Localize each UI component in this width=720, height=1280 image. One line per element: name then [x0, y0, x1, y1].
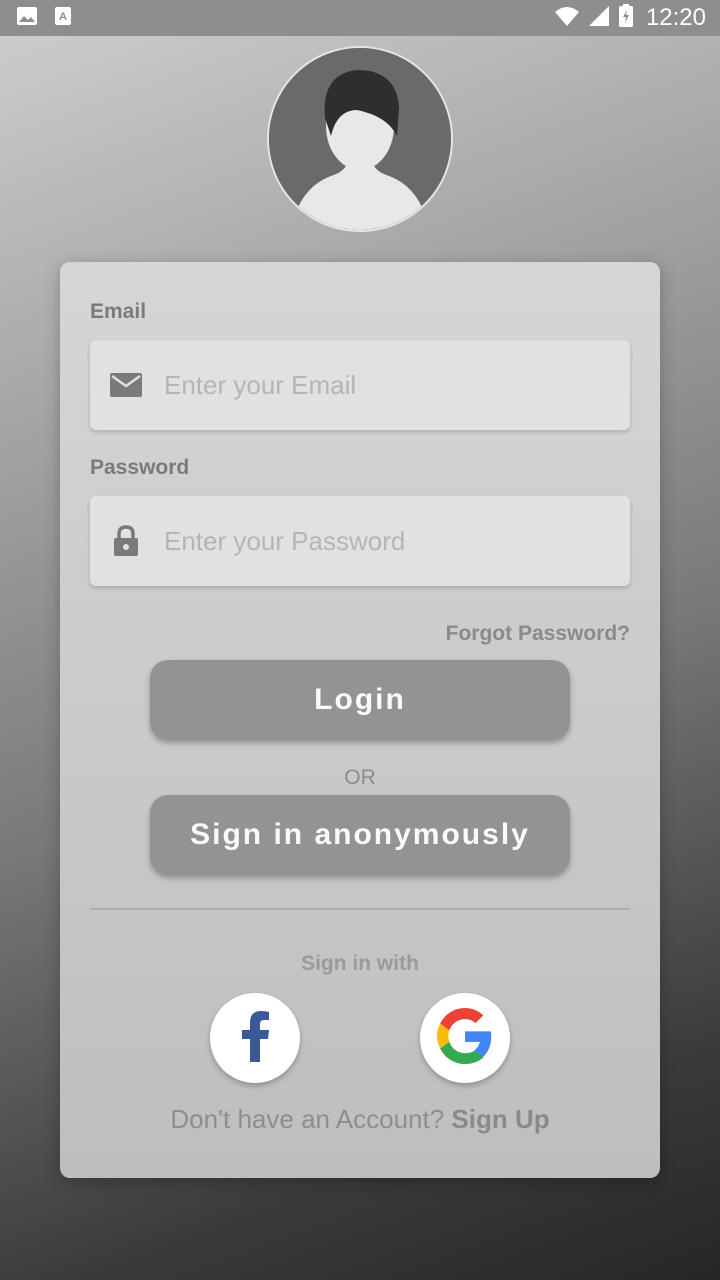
- svg-text:A: A: [59, 11, 67, 23]
- wifi-icon: [554, 5, 580, 32]
- signal-icon: [588, 5, 610, 32]
- user-avatar-icon: [267, 46, 453, 232]
- image-icon: [16, 6, 38, 31]
- facebook-icon: [240, 1010, 270, 1067]
- status-bar: A 12:20: [0, 0, 720, 36]
- divider: [90, 908, 630, 910]
- status-time: 12:20: [645, 4, 706, 31]
- password-field-container: [90, 496, 630, 586]
- login-button[interactable]: Login: [150, 660, 570, 740]
- sign-in-with-label: Sign in with: [301, 952, 419, 975]
- google-icon: [437, 1007, 493, 1069]
- password-input[interactable]: [162, 524, 586, 558]
- facebook-login-button[interactable]: [210, 993, 300, 1083]
- password-label: Password: [90, 456, 190, 479]
- login-card: Email Password Forgot Password? Login OR…: [60, 262, 660, 1178]
- email-label: Email: [90, 300, 147, 323]
- forgot-password-link[interactable]: Forgot Password?: [446, 622, 630, 646]
- mail-icon: [110, 369, 142, 401]
- email-field-container: [90, 340, 630, 430]
- or-separator: OR: [344, 766, 376, 789]
- signup-row: Don't have an Account? Sign Up: [60, 1104, 660, 1135]
- font-icon: A: [54, 6, 72, 31]
- google-login-button[interactable]: [420, 993, 510, 1083]
- no-account-text: Don't have an Account?: [170, 1104, 445, 1134]
- sign-in-anonymously-button[interactable]: Sign in anonymously: [150, 795, 570, 875]
- battery-icon: [618, 3, 634, 33]
- email-input[interactable]: [162, 368, 586, 402]
- lock-icon: [110, 525, 142, 557]
- sign-up-link[interactable]: Sign Up: [451, 1104, 549, 1134]
